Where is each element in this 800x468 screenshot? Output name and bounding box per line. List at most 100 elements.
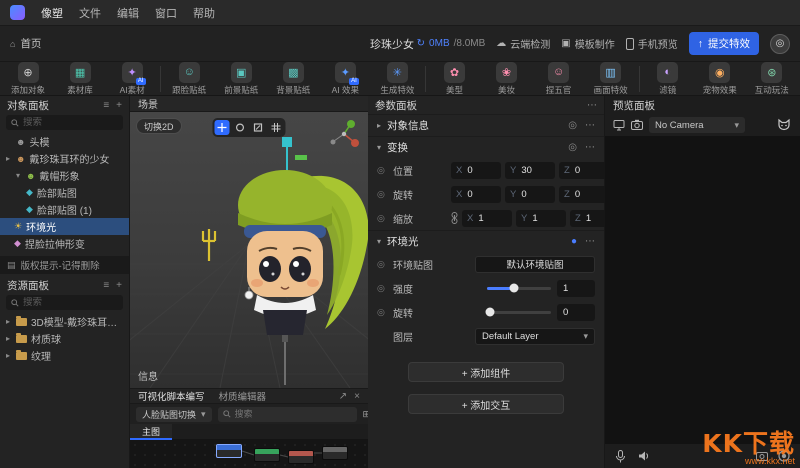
graph-node[interactable] — [322, 446, 348, 460]
more-icon[interactable]: ⋯ — [585, 142, 595, 153]
character-3d-model[interactable] — [195, 135, 368, 385]
keyframe-icon[interactable]: ◎ — [377, 189, 387, 200]
menu-edit[interactable]: 编辑 — [117, 5, 139, 21]
position-z-input[interactable]: Z0 — [559, 162, 609, 179]
position-y-input[interactable]: Y30 — [505, 162, 555, 179]
ribbon-item-filter[interactable]: ◐滤镜 — [644, 62, 692, 96]
ribbon-item-beauty-shape[interactable]: ✿美型 — [430, 62, 478, 96]
scene-tab[interactable]: 场景 — [138, 96, 158, 111]
section-ambient-light[interactable]: ▾ 环境光 ●⋯ — [368, 230, 604, 252]
ribbon-item-screen-effect[interactable]: ▥画面特效 — [587, 62, 635, 96]
sort-icon[interactable]: ≡ — [103, 100, 109, 111]
add-icon[interactable]: + — [116, 100, 122, 111]
speaker-icon[interactable] — [638, 450, 650, 462]
copyright-note-item[interactable]: ▤版权提示-记得删除 — [0, 256, 129, 274]
move-tool-button[interactable] — [215, 120, 230, 135]
env-map-button[interactable]: 默认环境贴图 — [475, 256, 595, 273]
resource-item-textures[interactable]: ▸纹理 — [0, 347, 129, 364]
tab-material-editor[interactable]: 材质编辑器 — [219, 389, 267, 403]
switch-2d-button[interactable]: 切换2D — [136, 118, 182, 134]
tree-item-face-texture-1[interactable]: ◆脸部贴图 (1) — [0, 201, 129, 218]
tree-item-hat-avatar[interactable]: ▾☻戴帽形象 — [0, 167, 129, 184]
layer-select[interactable]: Default Layer ▾ — [475, 328, 595, 345]
camera-select[interactable]: No Camera ▾ — [649, 117, 745, 133]
graph-node[interactable] — [216, 444, 242, 458]
tree-item-face-texture[interactable]: ◆脸部贴图 — [0, 184, 129, 201]
snapshot-icon[interactable] — [756, 450, 768, 462]
scale-tool-button[interactable] — [251, 120, 266, 135]
tree-item-ambient-light[interactable]: ☀环境光 — [0, 218, 129, 235]
resource-item-materials[interactable]: ▸材质球 — [0, 330, 129, 347]
storage-status[interactable]: ↻ 0MB/8.0MB — [417, 38, 486, 49]
grid-tool-button[interactable] — [269, 120, 284, 135]
tab-main-graph[interactable]: 主图 — [130, 424, 172, 440]
menu-file[interactable]: 文件 — [79, 5, 101, 21]
tree-item-pearl-girl[interactable]: ▸☻戴珍珠耳环的少女 — [0, 150, 129, 167]
section-object-info[interactable]: ▸ 对象信息 ◎⋯ — [368, 114, 604, 136]
object-search-input[interactable] — [23, 117, 118, 128]
resource-item-3d-model[interactable]: ▸3D模型-戴珍珠耳环的少女 — [0, 313, 129, 330]
add-interaction-button[interactable]: + 添加交互 — [408, 394, 564, 414]
more-icon[interactable]: ⋯ — [585, 236, 595, 247]
expand-icon[interactable]: ▸ — [4, 154, 12, 163]
record-icon[interactable] — [778, 450, 790, 462]
rotation-y-input[interactable]: Y0 — [505, 186, 555, 203]
visibility-icon[interactable]: ◎ — [568, 120, 577, 131]
keyframe-icon[interactable]: ◎ — [377, 165, 387, 176]
scale-x-input[interactable]: X1 — [462, 210, 512, 227]
light-rotation-value[interactable]: 0 — [557, 304, 595, 321]
expand-icon[interactable]: ▸ — [4, 334, 12, 343]
ribbon-item-add-object[interactable]: ⊕添加对象 — [4, 62, 52, 96]
visibility-icon[interactable]: ◎ — [568, 142, 577, 153]
tree-item-face-stretch-deform[interactable]: ◆捏脸拉伸形变 — [0, 235, 129, 252]
mascot-cat-button[interactable] — [776, 118, 792, 132]
scale-y-input[interactable]: Y1 — [516, 210, 566, 227]
menu-window[interactable]: 窗口 — [155, 5, 177, 21]
keyframe-icon[interactable]: ◎ — [377, 307, 387, 318]
expand-icon[interactable]: ▸ — [4, 351, 12, 360]
node-canvas[interactable] — [130, 440, 368, 468]
position-x-input[interactable]: X0 — [451, 162, 501, 179]
intensity-value[interactable]: 1 — [557, 280, 595, 297]
ribbon-item-face-sticker[interactable]: ☺跟脸贴纸 — [165, 62, 213, 96]
graph-node[interactable] — [254, 448, 280, 462]
resource-search-input[interactable] — [23, 297, 118, 308]
ribbon-item-background-sticker[interactable]: ▩背景贴纸 — [269, 62, 317, 96]
menu-help[interactable]: 帮助 — [193, 5, 215, 21]
screen-cast-icon[interactable] — [613, 119, 625, 131]
tree-item-head-model[interactable]: ☻头模 — [0, 133, 129, 150]
close-panel-icon[interactable]: × — [354, 391, 360, 402]
ribbon-item-interactive-play[interactable]: ⊛互动玩法 — [748, 62, 796, 96]
expand-icon[interactable]: ▸ — [4, 317, 12, 326]
more-icon[interactable]: ⋯ — [585, 120, 595, 131]
microphone-icon[interactable] — [615, 450, 626, 463]
intensity-slider[interactable] — [487, 287, 551, 290]
ribbon-item-ai-effect[interactable]: ✦AIAI 效果 — [321, 62, 369, 96]
phone-preview-button[interactable]: 手机预览 — [626, 36, 678, 51]
submit-effect-button[interactable]: ↑ 提交特效 — [689, 32, 759, 55]
link-scale-icon[interactable] — [451, 212, 458, 224]
collapse-icon[interactable]: ▾ — [14, 171, 22, 180]
graph-node[interactable] — [288, 450, 314, 464]
ribbon-item-foreground-sticker[interactable]: ▣前景贴纸 — [217, 62, 265, 96]
keyframe-icon[interactable]: ◎ — [377, 283, 387, 294]
toggle-on-icon[interactable]: ● — [571, 236, 577, 247]
scene-viewport[interactable]: 切换2D — [130, 112, 368, 388]
user-avatar[interactable]: ◎ — [770, 34, 790, 54]
keyframe-icon[interactable]: ◎ — [377, 259, 387, 270]
rotate-tool-button[interactable] — [233, 120, 248, 135]
ribbon-item-material-library[interactable]: ▦素材库 — [56, 62, 104, 96]
rotation-z-input[interactable]: Z0 — [559, 186, 609, 203]
expand-panel-icon[interactable]: ↗ — [339, 391, 347, 402]
ribbon-item-face-features[interactable]: ☺捏五官 — [535, 62, 583, 96]
template-make-button[interactable]: ▣ 模板制作 — [561, 36, 614, 51]
rotation-x-input[interactable]: X0 — [451, 186, 501, 203]
orientation-gizmo[interactable] — [326, 118, 362, 148]
sort-icon[interactable]: ≡ — [103, 280, 109, 291]
ribbon-item-makeup[interactable]: ❀美妆 — [483, 62, 531, 96]
light-rotation-slider[interactable] — [487, 311, 551, 314]
add-icon[interactable]: + — [116, 280, 122, 291]
tab-visual-script[interactable]: 可视化脚本编写 — [138, 389, 205, 403]
ribbon-item-pet-effect[interactable]: ◉宠物效果 — [696, 62, 744, 96]
camera-icon[interactable] — [631, 119, 643, 131]
